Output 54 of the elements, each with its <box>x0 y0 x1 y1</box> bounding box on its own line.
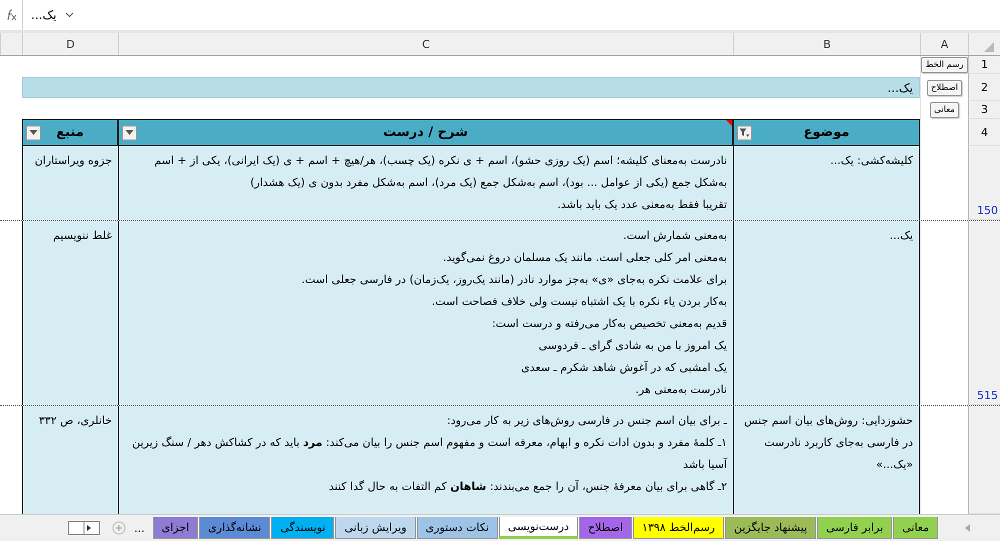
sheet-link-button[interactable]: اصطلاح <box>926 80 962 96</box>
sheet-tab[interactable]: اجزای <box>152 517 198 539</box>
tab-scroll-icon[interactable] <box>68 521 100 535</box>
sheet-tab[interactable]: پیشنهاد جایگزین <box>724 517 816 539</box>
formula-input-field[interactable]: یک... <box>22 0 1000 30</box>
description-line: ۲ـ گاهی برای بیان معرفهٔ جنس، آن را جمع می‌بندند: شاهان کم التفات به حال گدا کنند <box>328 478 727 495</box>
description-line: یک امروز با من به شادی گرای ـ فردوسی <box>538 338 727 354</box>
column-header[interactable]: C <box>118 33 733 55</box>
sheet-tab[interactable]: نشانه‌گذاری <box>199 517 270 539</box>
description-line: نادرست به‌معنی هر. <box>634 382 727 398</box>
description-line: به‌معنی امر کلی جعلی است. مانند یک مسلمان دروغ نمی‌گوید. <box>442 250 727 266</box>
row-header[interactable]: 150 <box>968 146 1000 220</box>
column-title: منبع <box>56 125 84 140</box>
sheet-tab[interactable]: رسم‌الخط ۱۳۹۸ <box>633 517 724 539</box>
source-cell: غلط ننویسیم <box>22 221 118 405</box>
row-header[interactable]: 2 <box>968 74 1000 101</box>
chevron-down-icon[interactable] <box>64 12 74 18</box>
sheet-tab[interactable]: نویسندگی <box>271 517 334 539</box>
dropdown-icon[interactable] <box>26 125 41 140</box>
title-band-cell: یک... <box>22 77 920 98</box>
topic-cell: کلیشه‌کشی: یک... <box>733 146 920 220</box>
sheet-tab[interactable]: اصطلاح <box>578 517 632 539</box>
dropdown-icon[interactable] <box>122 125 137 140</box>
more-tabs-button[interactable]: ... <box>130 522 149 534</box>
row-header[interactable]: 3 <box>968 101 1000 119</box>
column-title: شرح / درست <box>383 125 468 140</box>
column-header[interactable]: D <box>22 33 118 55</box>
description-line: برای علامت نکره به‌جای «ی» به‌جز موارد نادر (مانند یک‌روز، یک‌زمان) در فارسی جعلی است. <box>300 272 727 288</box>
row-header[interactable]: 1 <box>968 56 1000 74</box>
description-line: تقریبا فقط به‌معنی عدد یک باید باشد. <box>556 197 727 213</box>
description-line: ـ برای بیان اسم جنس در فارسی روش‌های زیر به کار می‌رود: <box>446 413 727 429</box>
row-header[interactable]: 515 <box>968 221 1000 405</box>
description-line: به‌کار بردن یاء نکره با یک اشتباه نیست ولی خلاف فصاحت است. <box>430 294 727 310</box>
row-header[interactable]: 4 <box>968 119 1000 146</box>
description-line: ۱ـ کلمهٔ مفرد و بدون ادات نکره و ابهام، معرفه است و مفهوم اسم جنس را بیان می‌کند: مرد باید که در کشاکش دهر / سنگ زیرین آسیا باشد <box>131 435 727 473</box>
sheet-tab[interactable]: برابر فارسی <box>817 517 892 539</box>
source-cell: جزوه ویراستاران <box>22 146 118 220</box>
description-line: یک امشبی که در آغوش شاهد شکرم ـ سعدی <box>520 360 727 376</box>
sheet-link-button[interactable]: معانی <box>930 102 959 118</box>
description-line: قدیم به‌معنی تخصیص به‌کار می‌رفته و درست است: <box>490 316 727 332</box>
sheet-tab[interactable]: نکات دستوری <box>416 517 498 539</box>
column-header[interactable]: B <box>733 33 920 55</box>
filter-icon[interactable] <box>737 125 752 140</box>
description-line: نادرست به‌معنای کلیشه؛ اسم (یک روزی حشو)، اسم + ی نکره (یک چسب)، هر/هیچ + اسم + ی (یک ایرانی)، یکی از + اسم به‌شکل جمع (یکی از عوامل ... بود)، اسم به‌شکل جمع (یک مرد)، اسم به‌شکل مفرد بدون ی (یک هشدار) <box>153 153 727 191</box>
column-header[interactable]: A <box>920 33 968 55</box>
column-title: موضوع <box>804 125 850 140</box>
source-cell: خانلری، ص ۳۳۲ <box>22 406 118 514</box>
topic-cell: حشوزدایی: روش‌های بیان اسم جنس در فارسی به‌جای کاربرد نادرست «یک...» <box>733 406 920 514</box>
sheet-tab[interactable]: ویرایش زبانی <box>335 517 416 539</box>
topic-cell: یک... <box>733 221 920 405</box>
sheet-tab[interactable]: درست‌نویسی <box>498 517 578 539</box>
sheet-tab[interactable]: معانی <box>893 517 938 539</box>
description-line: به‌معنی شمارش است. <box>622 228 727 244</box>
sheet-link-button[interactable]: رسم الخط <box>921 57 968 73</box>
